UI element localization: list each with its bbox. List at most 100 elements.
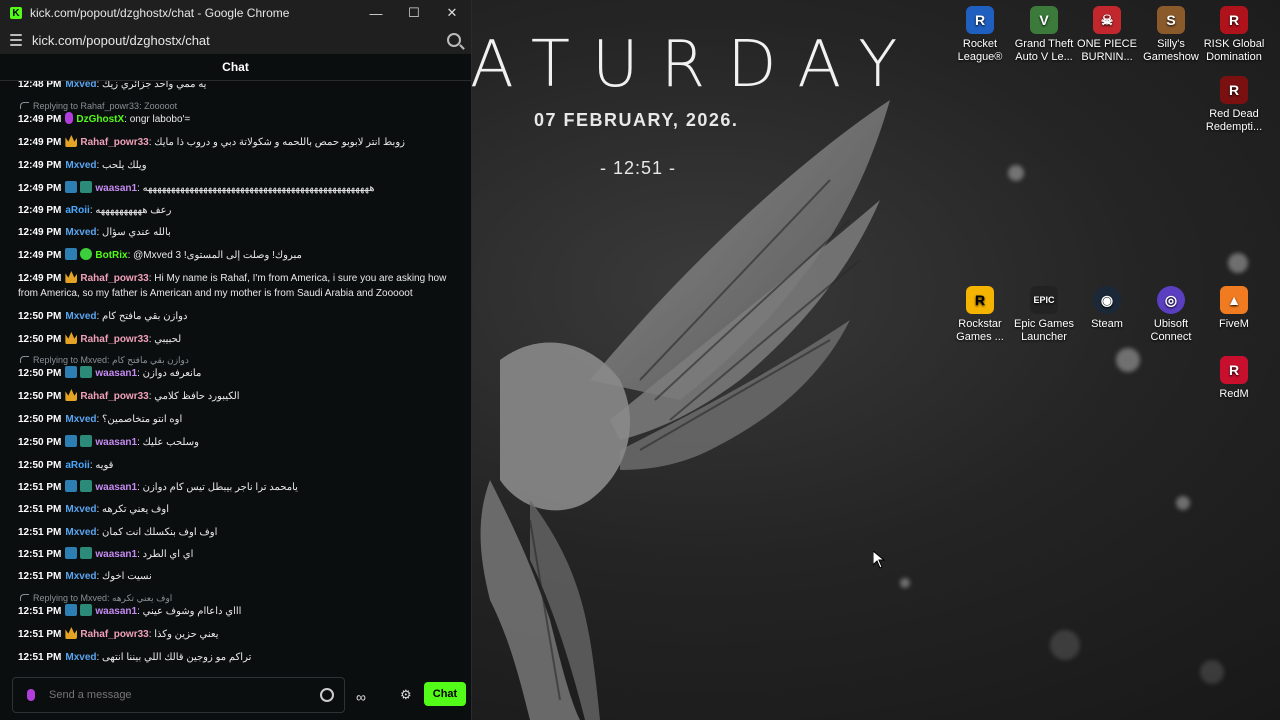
address-bar[interactable]: kick.com/popout/dzghostx/chat bbox=[0, 26, 471, 54]
crown-badge-icon bbox=[65, 135, 78, 147]
dove-wallpaper-art bbox=[480, 100, 890, 720]
chat-message: 12:48 PM Mxved: يه ممي واحد جزائري زيك bbox=[18, 81, 207, 90]
url-text[interactable]: kick.com/popout/dzghostx/chat bbox=[32, 33, 447, 48]
chat-message: 12:49 PM Rahaf_powr33: زوبط انتر لابوبو ح… bbox=[18, 135, 405, 148]
desktop-icon-redm[interactable]: R RedM bbox=[1202, 356, 1266, 401]
boost-badge-icon bbox=[65, 604, 78, 616]
og-badge-icon bbox=[80, 604, 93, 616]
chat-message: 12:51 PM Mxved: نسيت اخوك bbox=[18, 571, 152, 582]
window-title: kick.com/popout/dzghostx/chat - Google C… bbox=[30, 6, 290, 20]
desktop-icon-label: Steam bbox=[1091, 318, 1123, 330]
chrome-popup-window: K kick.com/popout/dzghostx/chat - Google… bbox=[0, 0, 472, 720]
infinity-icon[interactable]: ∞ bbox=[356, 689, 366, 705]
desktop-icon-label: Epic Games Launcher bbox=[1014, 318, 1074, 343]
verified-bot-badge-icon bbox=[80, 248, 93, 260]
desktop-icon-label: ONE PIECE BURNIN... bbox=[1077, 38, 1137, 63]
maximize-button[interactable]: ☐ bbox=[395, 5, 433, 21]
chat-message: 12:51 PM Mxved: اوف يعني تكرهه bbox=[18, 504, 169, 515]
chat-message: 12:51 PM Mxved: اوف اوف بنكسلك انت كمان bbox=[18, 527, 218, 538]
chat-message: 12:51 PM Mxved: تراكم مو زوجين قالك اللي … bbox=[18, 652, 252, 663]
desktop-icon-gta-v[interactable]: V Grand Theft Auto V Le... bbox=[1012, 6, 1076, 64]
chat-message: 12:49 PM waasan1: ههههههههههههههههههههههه… bbox=[18, 181, 375, 194]
desktop-icon-rockstar[interactable]: R Rockstar Games ... bbox=[948, 286, 1012, 344]
fivem-icon: ▲ bbox=[1220, 286, 1248, 314]
desktop-icon-label: RISK Global Domination bbox=[1203, 38, 1265, 63]
crown-badge-icon bbox=[65, 389, 78, 401]
site-settings-icon[interactable] bbox=[10, 34, 22, 46]
desktop-icon-label: Silly's Gameshow bbox=[1143, 38, 1199, 63]
steam-icon: ◉ bbox=[1093, 286, 1121, 314]
desktop-icon-label: FiveM bbox=[1219, 318, 1249, 330]
og-badge-icon bbox=[80, 480, 93, 492]
send-chat-button[interactable]: Chat bbox=[424, 682, 466, 706]
desktop-icon-ubisoft[interactable]: ◎ Ubisoft Connect bbox=[1139, 286, 1203, 344]
chat-message: 12:49 PM Rahaf_powr33: Hi My name is Raha… bbox=[18, 271, 447, 299]
message-input[interactable] bbox=[47, 688, 320, 702]
desktop-icon-epic-games[interactable]: EPIC Epic Games Launcher bbox=[1012, 286, 1076, 344]
desktop-icon-label: Rocket League® bbox=[957, 38, 1003, 63]
wallpaper-day-word: ATURDAY bbox=[470, 28, 920, 102]
og-badge-icon bbox=[80, 181, 93, 193]
chat-message: 12:49 PM BotRix: @Mxved 3 !مبروك! وصلت إل… bbox=[18, 248, 302, 261]
chat-message-list[interactable]: 12:48 PM Mxved: يه ممي واحد جزائري زيك Re… bbox=[0, 81, 471, 671]
rocket-league-icon: R bbox=[966, 6, 994, 34]
chat-message: 12:49 PM aRoii: رعف ههههههههههه bbox=[18, 205, 172, 216]
chat-message: 12:49 PM Mxved: بالله عندي سؤال bbox=[18, 227, 171, 238]
window-titlebar[interactable]: K kick.com/popout/dzghostx/chat - Google… bbox=[0, 0, 471, 26]
desktop-icon-one-piece[interactable]: ☠ ONE PIECE BURNIN... bbox=[1075, 6, 1139, 64]
wallpaper-time: - 12:51 - bbox=[600, 158, 677, 178]
chat-message: 12:50 PM Mxved: اوه انتو متخاصمين؟ bbox=[18, 414, 183, 425]
desktop-icon-fivem[interactable]: ▲ FiveM bbox=[1202, 286, 1266, 331]
og-badge-icon bbox=[80, 547, 93, 559]
boost-badge-icon bbox=[65, 547, 78, 559]
chat-message: 12:50 PM Mxved: دوازن بقي مافتح كام bbox=[18, 311, 188, 322]
redm-icon: R bbox=[1220, 356, 1248, 384]
desktop-icon-label: RedM bbox=[1219, 388, 1249, 400]
ubisoft-icon: ◎ bbox=[1157, 286, 1185, 314]
og-badge-icon bbox=[80, 366, 93, 378]
chat-message: 12:51 PM Rahaf_powr33: يعني حزين وكذا bbox=[18, 627, 219, 640]
message-input-box[interactable] bbox=[12, 677, 345, 713]
minimize-button[interactable]: — bbox=[357, 6, 395, 21]
zoom-icon[interactable] bbox=[447, 33, 461, 47]
gta-v-icon: V bbox=[1030, 6, 1058, 34]
boost-badge-icon bbox=[65, 366, 78, 378]
reply-context[interactable]: Replying to Mxved: دوازن بقي مافتح كام bbox=[20, 355, 189, 366]
boost-badge-icon bbox=[65, 480, 78, 492]
wallpaper-date: 07 FEBRUARY, 2026. bbox=[534, 110, 739, 130]
desktop-icon-label: Ubisoft Connect bbox=[1150, 318, 1192, 343]
crown-badge-icon bbox=[65, 271, 78, 283]
desktop-icon-sillys-gameshow[interactable]: S Silly's Gameshow bbox=[1139, 6, 1203, 64]
chat-message: 12:51 PM waasan1: اااي داعاام وشوف عيني bbox=[18, 604, 242, 617]
chat-message: 12:50 PM Rahaf_powr33: الكيبورد حافظ كلام… bbox=[18, 389, 240, 402]
desktop-icon-red-dead[interactable]: R Red Dead Redempti... bbox=[1202, 76, 1266, 134]
kick-logo-icon: K bbox=[10, 7, 22, 19]
mic-badge-icon bbox=[65, 112, 74, 124]
desktop-icon-steam[interactable]: ◉ Steam bbox=[1075, 286, 1139, 331]
mic-icon[interactable] bbox=[27, 689, 35, 701]
desktop-icon-label: Grand Theft Auto V Le... bbox=[1014, 38, 1074, 63]
desktop-icon-label: Rockstar Games ... bbox=[956, 318, 1004, 343]
crown-badge-icon bbox=[65, 627, 78, 639]
mouse-cursor-icon bbox=[873, 551, 885, 569]
chat-message: 12:50 PM Rahaf_powr33: لحبيبي bbox=[18, 332, 182, 345]
reply-context[interactable]: Replying to Rahaf_powr33: Zooooot bbox=[20, 101, 177, 111]
boost-badge-icon bbox=[65, 181, 78, 193]
emoji-icon[interactable] bbox=[320, 688, 334, 702]
chat-message: 12:51 PM waasan1: يامحمد ترا ناجر بيبطل ت… bbox=[18, 480, 298, 493]
crown-badge-icon bbox=[65, 332, 78, 344]
desktop-icon-label: Red Dead Redempti... bbox=[1205, 108, 1263, 133]
boost-badge-icon bbox=[65, 435, 78, 447]
red-dead-icon: R bbox=[1220, 76, 1248, 104]
chat-message: 12:51 PM waasan1: اي اي الطرد bbox=[18, 547, 194, 560]
desktop-icon-rocket-league[interactable]: R Rocket League® bbox=[948, 6, 1012, 64]
chat-message: 12:50 PM waasan1: مانعرفه دوازن bbox=[18, 366, 202, 379]
risk-icon: R bbox=[1220, 6, 1248, 34]
reply-context[interactable]: Replying to Mxved: اوف يعني تكرهه bbox=[20, 593, 172, 604]
epic-games-icon: EPIC bbox=[1030, 286, 1058, 314]
chat-message: 12:49 PM DzGhostX: ongr labobo'= bbox=[18, 112, 191, 125]
close-button[interactable]: ✕ bbox=[433, 5, 471, 21]
chat-input-row: ∞ ⚙ Chat bbox=[0, 676, 471, 713]
desktop-icon-risk[interactable]: R RISK Global Domination bbox=[1202, 6, 1266, 64]
gear-icon[interactable]: ⚙ bbox=[400, 687, 412, 703]
